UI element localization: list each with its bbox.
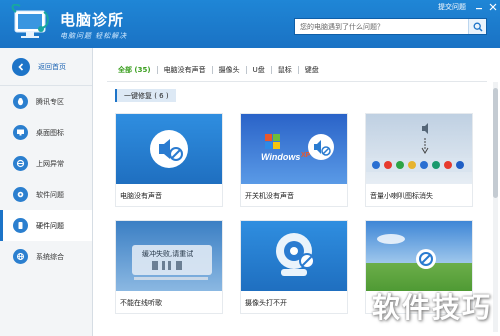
sidebar-item-system[interactable]: 系统综合 <box>0 241 92 272</box>
sidebar-item-label: 系统综合 <box>36 252 64 261</box>
tab-divider <box>297 66 299 74</box>
card-label: 电脑没有声音 <box>120 192 162 200</box>
windows-xp-mute-icon: Windows XP <box>261 134 334 162</box>
scrollbar[interactable] <box>493 82 498 332</box>
no-sound-thumbnail <box>116 114 222 184</box>
card-label: 摄像头打不开 <box>245 299 287 307</box>
sidebar-item-label: 上网异常 <box>36 159 64 168</box>
app-slogan: 电脑问题 轻松解决 <box>60 32 128 40</box>
back-arrow-icon <box>12 57 30 76</box>
sidebar-item-label: 硬件问题 <box>36 221 64 230</box>
scrollbar-thumb[interactable] <box>493 88 498 198</box>
watermark-text: 软件技巧 <box>371 291 492 324</box>
sidebar-item-tencent[interactable]: 腾讯专区 <box>0 86 92 117</box>
sidebar-item-label: 腾讯专区 <box>36 97 64 106</box>
title-bar: 电脑诊所 电脑问题 轻松解决 提交问题 <box>0 0 500 48</box>
svg-text:Windows: Windows <box>261 152 300 162</box>
tab-divider <box>270 66 272 74</box>
phone-hardware-icon <box>13 218 28 233</box>
sidebar-item-desktop-icons[interactable]: 桌面图标 <box>0 117 92 148</box>
desktop-mute-icon <box>377 234 436 269</box>
tabs-divider <box>107 81 487 82</box>
close-icon <box>489 3 497 11</box>
section-title: 一键修复 ( 6 ) <box>115 89 176 102</box>
card-label: 不能在线听歌 <box>120 299 162 307</box>
fix-card-startup-sound[interactable]: Windows XP 开关机没有声音 <box>240 113 348 207</box>
sidebar-item-label: 桌面图标 <box>36 128 64 137</box>
card-label: 音量小喇叭图标消失 <box>370 192 433 200</box>
svg-text:XP: XP <box>301 152 311 159</box>
stethoscope-monitor-logo <box>11 4 49 38</box>
music-player-thumbnail: 缓冲失败,请重试 <box>116 221 222 291</box>
sidebar: 返回首页 腾讯专区 桌面图标 上网异常 软件问题 硬件问题 系统综合 <box>0 48 93 336</box>
window-controls: 提交问题 <box>432 0 500 14</box>
webcam-thumbnail <box>241 221 347 291</box>
back-home-button[interactable]: 返回首页 <box>0 48 92 86</box>
tab-keyboard[interactable]: 键盘 <box>302 65 322 75</box>
webcam-icon <box>276 233 315 276</box>
internet-explorer-icon <box>13 156 28 171</box>
tab-camera[interactable]: 摄像头 <box>216 65 243 75</box>
sidebar-item-hardware[interactable]: 硬件问题 <box>0 210 92 241</box>
minimize-icon <box>476 8 482 10</box>
globe-icon <box>13 249 28 264</box>
fix-card-online-music[interactable]: 缓冲失败,请重试 不能在线听歌 <box>115 220 223 314</box>
search-box <box>294 18 487 35</box>
tab-divider <box>245 66 247 74</box>
player-status-text: 缓冲失败,请重试 <box>142 250 194 258</box>
fix-card-camera[interactable]: 摄像头打不开 <box>240 220 348 314</box>
search-icon <box>473 22 483 32</box>
desktop-landscape-thumbnail <box>366 221 472 291</box>
minimize-button[interactable] <box>472 0 486 14</box>
tray-volume-thumbnail <box>366 114 472 184</box>
monitor-icon <box>13 125 28 140</box>
mute-speaker-icon <box>150 130 188 168</box>
search-input[interactable] <box>295 19 468 34</box>
close-button[interactable] <box>486 0 500 14</box>
sidebar-item-internet[interactable]: 上网异常 <box>0 148 92 179</box>
penguin-icon <box>13 94 28 109</box>
tab-all[interactable]: 全部 (35) <box>115 65 154 75</box>
app-title: 电脑诊所 <box>60 11 125 29</box>
fix-card-no-sound[interactable]: 电脑没有声音 <box>115 113 223 207</box>
software-icon <box>13 187 28 202</box>
fix-card-volume-icon-missing[interactable]: 音量小喇叭图标消失 <box>365 113 473 207</box>
back-home-label: 返回首页 <box>38 62 66 71</box>
sidebar-item-label: 软件问题 <box>36 190 64 199</box>
tray-volume-icon <box>366 123 472 172</box>
card-label: 开关机没有声音 <box>245 192 294 200</box>
tab-mouse[interactable]: 鼠标 <box>275 65 295 75</box>
windows-xp-thumbnail: Windows XP <box>241 114 347 184</box>
tab-usb-drive[interactable]: U盘 <box>250 65 268 75</box>
category-tabs: 全部 (35) 电脑没有声音 摄像头 U盘 鼠标 键盘 <box>115 63 322 77</box>
tab-divider <box>211 66 213 74</box>
tab-divider <box>156 66 158 74</box>
tab-no-sound[interactable]: 电脑没有声音 <box>161 65 209 75</box>
submit-question-link[interactable]: 提交问题 <box>432 2 472 12</box>
sidebar-item-software[interactable]: 软件问题 <box>0 179 92 210</box>
search-button[interactable] <box>468 19 486 34</box>
